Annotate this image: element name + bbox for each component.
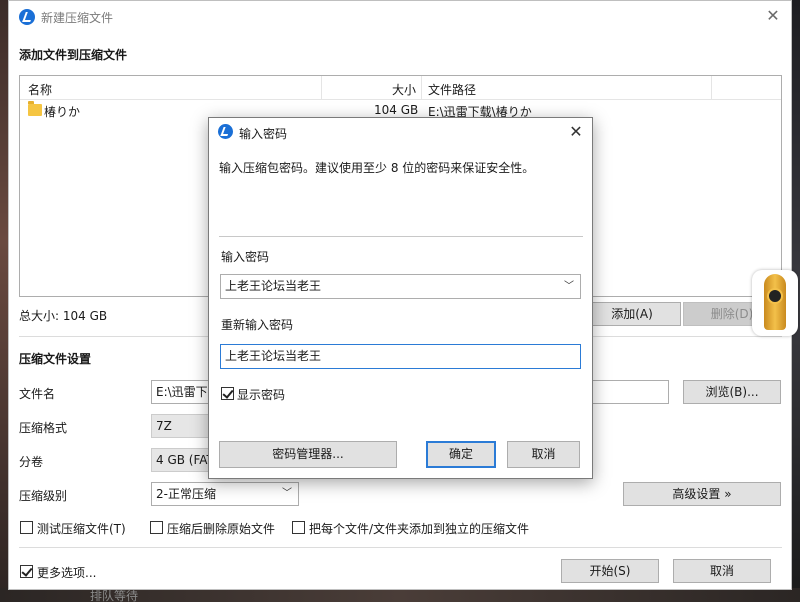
show-password-label[interactable]: 显示密码 — [237, 386, 285, 403]
divider — [219, 236, 583, 237]
separate-archives-label[interactable]: 把每个文件/文件夹添加到独立的压缩文件 — [309, 520, 529, 537]
level-label: 压缩级别 — [19, 489, 68, 503]
format-select[interactable]: 7Z — [151, 414, 211, 438]
advanced-settings-button[interactable]: 高级设置 » — [623, 482, 781, 506]
rocket-core — [767, 288, 783, 304]
password-manager-button[interactable]: 密码管理器... — [219, 441, 397, 468]
browse-button[interactable]: 浏览(B)... — [683, 380, 781, 404]
split-label: 分卷 — [19, 455, 44, 469]
split-select[interactable]: 4 GB (FAT — [151, 448, 211, 472]
more-options-label[interactable]: 更多选项... — [37, 564, 96, 581]
more-options-checkbox[interactable] — [20, 565, 33, 578]
column-divider — [321, 76, 322, 100]
folder-icon — [28, 101, 42, 116]
test-archive-label[interactable]: 测试压缩文件(T) — [37, 520, 126, 537]
column-header-name[interactable]: 名称 — [28, 81, 52, 98]
format-label: 压缩格式 — [19, 421, 68, 435]
separate-archives-checkbox[interactable] — [292, 521, 305, 534]
app-logo-icon — [218, 124, 233, 139]
window-title: 新建压缩文件 — [41, 11, 114, 25]
format-select-value: 7Z — [156, 419, 172, 433]
desktop-background-left — [0, 0, 8, 602]
desktop-background-bottom: 排队等待 — [0, 588, 800, 602]
column-header-size[interactable]: 大小 — [392, 81, 416, 98]
rocket-widget-icon[interactable] — [752, 270, 798, 336]
confirm-password-input[interactable]: 上老王论坛当老王 — [220, 344, 581, 369]
app-logo-icon — [19, 9, 35, 25]
total-size: 总大小: 104 GB — [19, 309, 108, 323]
confirm-password-input-value: 上老王论坛当老王 — [225, 349, 322, 363]
test-archive-checkbox[interactable] — [20, 521, 33, 534]
dialog-cancel-button[interactable]: 取消 — [507, 441, 580, 468]
show-password-checkbox[interactable] — [221, 387, 234, 400]
file-size: 104 GB — [374, 103, 419, 117]
start-button[interactable]: 开始(S) — [561, 559, 659, 583]
password-input[interactable]: 上老王论坛当老王 ﹀ — [220, 274, 581, 299]
dialog-description: 输入压缩包密码。建议使用至少 8 位的密码来保证安全性。 — [219, 161, 535, 175]
delete-source-checkbox[interactable] — [150, 521, 163, 534]
close-icon[interactable]: ✕ — [765, 7, 781, 25]
ok-button[interactable]: 确定 — [426, 441, 496, 468]
chevron-down-icon[interactable]: ﹀ — [564, 275, 574, 298]
close-icon[interactable]: ✕ — [568, 122, 584, 142]
file-name: 椿りか — [44, 105, 81, 119]
section-add-files-title: 添加文件到压缩文件 — [19, 48, 128, 62]
column-divider — [421, 76, 422, 100]
divider — [19, 547, 782, 548]
split-select-value: 4 GB (FAT — [156, 453, 211, 467]
cancel-button[interactable]: 取消 — [673, 559, 771, 583]
dialog-title-bar: 输入密码 ✕ — [209, 118, 592, 146]
delete-source-label[interactable]: 压缩后删除原始文件 — [167, 520, 275, 537]
password-dialog: 输入密码 ✕ 输入压缩包密码。建议使用至少 8 位的密码来保证安全性。 输入密码… — [208, 117, 593, 479]
file-list-header: 名称 大小 文件路径 — [20, 76, 781, 100]
level-select-value: 2-正常压缩 — [156, 487, 216, 501]
chevron-down-icon: ﹀ — [282, 488, 292, 499]
confirm-password-label: 重新输入密码 — [221, 318, 294, 332]
filename-label: 文件名 — [19, 387, 56, 401]
title-bar: 新建压缩文件 ✕ — [9, 1, 791, 33]
column-header-path[interactable]: 文件路径 — [428, 81, 476, 98]
level-select[interactable]: 2-正常压缩 ﹀ — [151, 482, 299, 506]
section-settings-title: 压缩文件设置 — [19, 352, 92, 366]
password-input-value: 上老王论坛当老王 — [225, 279, 322, 293]
password-label: 输入密码 — [221, 250, 270, 264]
add-button[interactable]: 添加(A) — [583, 302, 681, 326]
dialog-title: 输入密码 — [239, 127, 288, 141]
column-divider — [711, 76, 712, 100]
